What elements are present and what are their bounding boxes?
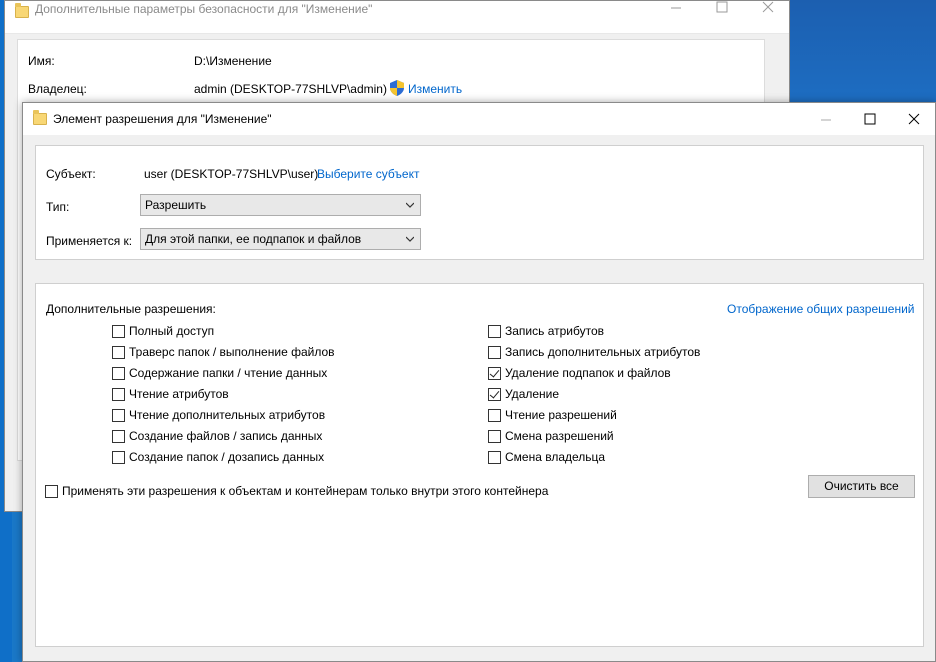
permission-checkbox[interactable]	[112, 429, 125, 443]
chevron-down-icon	[406, 202, 414, 208]
permission-item[interactable]: Создание папок / дозапись данных	[112, 449, 324, 465]
permission-checkbox[interactable]	[112, 366, 125, 380]
permission-item[interactable]: Чтение разрешений	[488, 407, 617, 423]
permission-entry-window: Элемент разрешения для "Изменение" Субъе…	[22, 102, 936, 662]
permission-label: Создание файлов / запись данных	[129, 429, 323, 443]
permission-item[interactable]: Содержание папки / чтение данных	[112, 365, 327, 381]
permission-label: Смена владельца	[505, 450, 606, 464]
apply-inside-container-checkbox[interactable]	[45, 484, 58, 498]
permission-checkbox[interactable]	[488, 408, 501, 422]
permission-checkbox[interactable]	[112, 324, 125, 338]
permission-item[interactable]: Запись дополнительных атрибутов	[488, 344, 700, 360]
permission-checkbox[interactable]	[488, 366, 501, 380]
close-icon	[908, 113, 920, 125]
folder-icon	[15, 3, 29, 18]
permission-checkbox[interactable]	[488, 450, 501, 464]
close-button[interactable]	[891, 103, 936, 135]
minimize-icon	[821, 119, 831, 121]
folder-icon	[33, 110, 47, 125]
minimize-button[interactable]	[803, 103, 849, 135]
minimize-icon	[671, 7, 681, 9]
permission-checkbox[interactable]	[112, 345, 125, 359]
permission-item[interactable]: Чтение дополнительных атрибутов	[112, 407, 325, 423]
name-value: D:\Изменение	[194, 54, 272, 68]
permission-item[interactable]: Удаление подпапок и файлов	[488, 365, 671, 381]
window-title: Элемент разрешения для "Изменение"	[53, 112, 272, 126]
type-label: Тип:	[46, 200, 70, 214]
permissions-group: Дополнительные разрешения: Отображение о…	[35, 283, 924, 647]
select-subject-link[interactable]: Выберите субъект	[317, 167, 419, 181]
title-bar[interactable]: Дополнительные параметры безопасности дл…	[5, 1, 789, 34]
chevron-down-icon	[406, 236, 414, 242]
permission-checkbox[interactable]	[488, 429, 501, 443]
minimize-button[interactable]	[653, 1, 699, 31]
title-bar[interactable]: Элемент разрешения для "Изменение"	[23, 103, 935, 135]
owner-value: admin (DESKTOP-77SHLVP\admin)	[194, 82, 387, 96]
permission-item[interactable]: Полный доступ	[112, 323, 214, 339]
permission-checkbox[interactable]	[488, 345, 501, 359]
maximize-button[interactable]	[847, 103, 893, 135]
permission-label: Полный доступ	[129, 324, 215, 338]
permission-label: Удаление подпапок и файлов	[505, 366, 671, 380]
permission-item[interactable]: Удаление	[488, 386, 559, 402]
close-button[interactable]	[745, 1, 791, 31]
permission-label: Чтение дополнительных атрибутов	[129, 408, 326, 422]
permission-label: Чтение атрибутов	[129, 387, 229, 401]
name-label: Имя:	[28, 54, 55, 68]
clear-all-button[interactable]: Очистить все	[808, 475, 915, 498]
apply-inside-container-checkbox-row[interactable]: Применять эти разрешения к объектам и ко…	[45, 483, 548, 499]
subject-label: Субъект:	[46, 167, 96, 181]
permission-checkbox[interactable]	[488, 324, 501, 338]
permission-item[interactable]: Запись атрибутов	[488, 323, 604, 339]
permission-item[interactable]: Смена владельца	[488, 449, 605, 465]
permission-label: Траверс папок / выполнение файлов	[129, 345, 335, 359]
maximize-icon	[864, 113, 876, 125]
subject-value: user (DESKTOP-77SHLVP\user)	[144, 167, 319, 181]
permission-label: Запись атрибутов	[505, 324, 605, 338]
change-owner-link[interactable]: Изменить	[408, 82, 462, 96]
principal-group: Субъект: user (DESKTOP-77SHLVP\user) Выб…	[35, 145, 924, 260]
permission-item[interactable]: Чтение атрибутов	[112, 386, 229, 402]
permission-label: Смена разрешений	[505, 429, 614, 443]
permission-label: Создание папок / дозапись данных	[129, 450, 325, 464]
owner-label: Владелец:	[28, 82, 87, 96]
permission-checkbox[interactable]	[112, 450, 125, 464]
shield-icon	[390, 80, 404, 96]
close-icon	[762, 1, 774, 13]
maximize-button[interactable]	[699, 1, 745, 31]
permission-label: Содержание папки / чтение данных	[129, 366, 328, 380]
applies-to-label: Применяется к:	[46, 234, 133, 248]
applies-to-select[interactable]: Для этой папки, ее подпапок и файлов	[140, 228, 421, 250]
type-select[interactable]: Разрешить	[140, 194, 421, 216]
permission-label: Запись дополнительных атрибутов	[505, 345, 701, 359]
applies-to-select-value: Для этой папки, ее подпапок и файлов	[145, 232, 362, 246]
permission-item[interactable]: Смена разрешений	[488, 428, 614, 444]
apply-inside-container-label: Применять эти разрешения к объектам и ко…	[62, 484, 549, 498]
show-basic-permissions-link[interactable]: Отображение общих разрешений	[727, 302, 914, 316]
permission-label: Удаление	[505, 387, 560, 401]
advanced-permissions-label: Дополнительные разрешения:	[46, 302, 216, 316]
maximize-icon	[716, 1, 728, 13]
permission-item[interactable]: Создание файлов / запись данных	[112, 428, 322, 444]
type-select-value: Разрешить	[145, 198, 207, 212]
permission-label: Чтение разрешений	[505, 408, 617, 422]
permission-checkbox[interactable]	[488, 387, 501, 401]
permission-item[interactable]: Траверс папок / выполнение файлов	[112, 344, 335, 360]
permission-checkbox[interactable]	[112, 387, 125, 401]
permission-checkbox[interactable]	[112, 408, 125, 422]
window-title: Дополнительные параметры безопасности дл…	[35, 2, 373, 16]
